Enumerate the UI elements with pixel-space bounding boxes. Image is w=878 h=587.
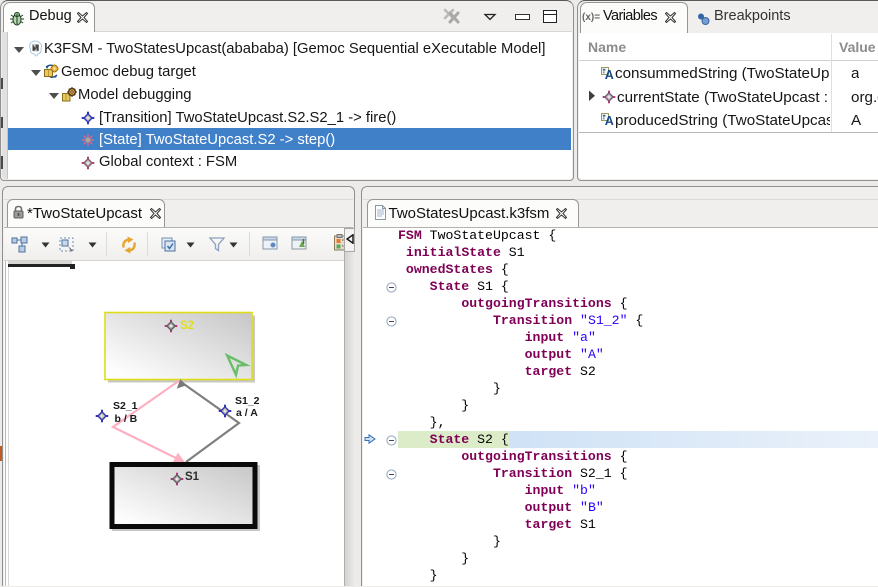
svg-text:A: A (605, 68, 614, 80)
svg-text:A: A (605, 114, 614, 126)
